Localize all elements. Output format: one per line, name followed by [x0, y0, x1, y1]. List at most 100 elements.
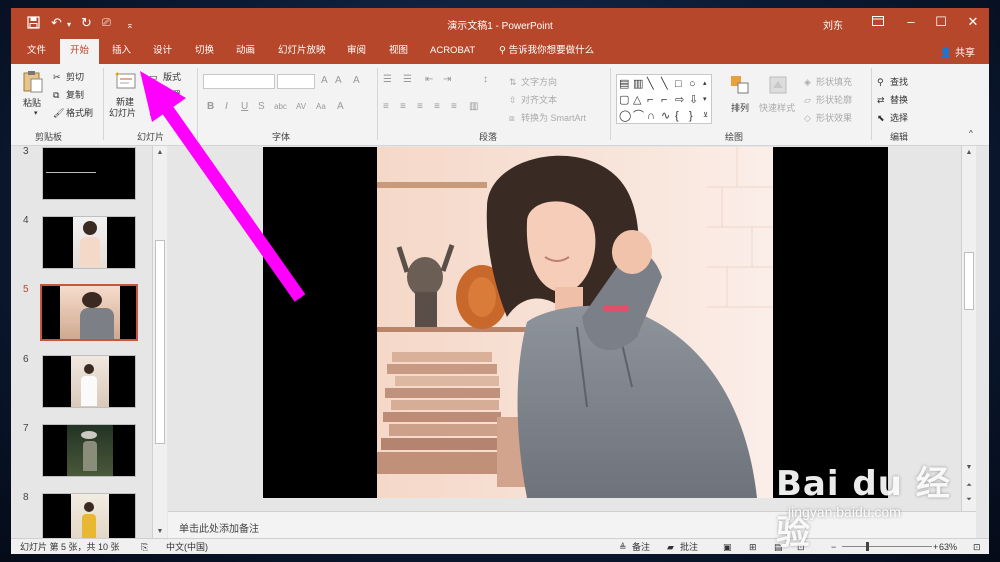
tab-review[interactable]: 审阅 [343, 44, 370, 58]
layout-button[interactable]: 版式 [163, 71, 181, 83]
new-slide-icon[interactable]: ✦ [114, 70, 136, 92]
shape-textbox-icon[interactable]: ▤ [619, 78, 629, 90]
ribbon-display-options-icon[interactable] [866, 14, 890, 29]
tab-view[interactable]: 视图 [385, 44, 412, 58]
shape-wave-icon[interactable]: ∿ [661, 110, 670, 122]
char-spacing-icon[interactable]: AV [296, 101, 306, 113]
font-color-icon[interactable]: A [337, 101, 344, 113]
line-spacing-icon[interactable]: ↕ [483, 74, 488, 86]
smartart-button[interactable]: 转换为 SmartArt [521, 112, 586, 124]
smartart-icon[interactable]: ⧈ [509, 112, 515, 124]
tab-file[interactable]: 文件 [23, 44, 50, 58]
reset-button[interactable]: 重置 [163, 89, 181, 101]
zoom-level[interactable]: 63% [939, 541, 957, 553]
quick-styles-icon[interactable] [767, 74, 789, 98]
notes-toggle-button[interactable]: 备注 [632, 541, 650, 553]
shape-rectangle-icon[interactable]: □ [675, 78, 682, 90]
maximize-icon[interactable]: ☐ [929, 14, 953, 30]
shape-curve-icon[interactable]: ∩ [647, 110, 655, 122]
collapse-ribbon-icon[interactable]: ^ [969, 128, 973, 140]
notes-placeholder[interactable]: 单击此处添加备注 [179, 520, 259, 535]
notes-toggle-icon[interactable]: ≜ [619, 541, 627, 553]
paste-icon[interactable] [22, 70, 44, 96]
language-indicator[interactable]: 中文(中国) [166, 541, 208, 553]
tab-animations[interactable]: 动画 [232, 44, 259, 58]
shape-elbow-icon[interactable]: ⌐ [661, 94, 667, 106]
slide-thumbnails-pane[interactable]: 3 4 5 6 7 8 ▲ ▼ [11, 146, 167, 538]
find-icon[interactable]: ⚲ [877, 76, 884, 88]
slide-thumbnail[interactable] [42, 355, 136, 408]
shape-left-brace-icon[interactable]: { [675, 110, 679, 122]
scroll-down-icon[interactable]: ▼ [962, 464, 976, 471]
tab-design[interactable]: 设计 [149, 44, 176, 58]
shape-fill-icon[interactable]: ◈ [804, 76, 811, 88]
scrollbar-thumb[interactable] [155, 240, 165, 444]
font-size-select[interactable] [277, 74, 315, 89]
shapes-gallery[interactable]: ▤ ▥ ╲ ╲ □ ○ ▢ △ ⌐ ⌐ ⇨ ⇩ ◯ ⌒ ∩ ∿ { } ▴ ▾ [616, 74, 712, 124]
underline-icon[interactable]: U [241, 101, 248, 113]
increase-indent-icon[interactable]: ⇥ [443, 74, 451, 86]
scroll-down-icon[interactable]: ▼ [153, 528, 167, 535]
strikethrough-icon[interactable]: abc [274, 101, 287, 113]
paste-button[interactable]: 粘贴 [23, 97, 41, 109]
editor-scrollbar[interactable]: ▲ ▼ ⏶ ⏷ [961, 146, 976, 511]
shape-line2-icon[interactable]: ╲ [661, 78, 668, 90]
spellcheck-icon[interactable]: ⎘ [141, 541, 148, 553]
scrollbar-thumb[interactable] [964, 252, 974, 310]
tab-slideshow[interactable]: 幻灯片放映 [274, 44, 330, 58]
shape-arrow-icon[interactable]: ⇨ [675, 94, 684, 106]
bullets-icon[interactable]: ☰ [383, 74, 392, 86]
text-direction-button[interactable]: 文字方向 [521, 76, 557, 88]
scroll-up-icon[interactable]: ▲ [153, 149, 167, 156]
reset-icon[interactable]: ▭ [149, 89, 158, 101]
slide-editor[interactable]: ▲ ▼ ⏶ ⏷ [168, 146, 976, 511]
section-icon[interactable]: ▭ [149, 107, 158, 119]
align-text-icon[interactable]: ⇳ [509, 94, 517, 106]
user-name[interactable]: 刘东 [823, 17, 843, 32]
zoom-slider[interactable] [842, 546, 932, 547]
find-button[interactable]: 查找 [890, 76, 908, 88]
shape-down-arrow-icon[interactable]: ⇩ [689, 94, 698, 106]
close-icon[interactable]: ✕ [961, 14, 985, 30]
shape-line-icon[interactable]: ╲ [647, 78, 654, 90]
slide-thumbnail[interactable] [42, 493, 136, 538]
slide-thumbnail-selected[interactable] [40, 284, 138, 341]
copy-icon[interactable]: ⧉ [53, 89, 59, 101]
slide-thumbnail[interactable] [42, 424, 136, 477]
shape-triangle-icon[interactable]: △ [633, 94, 641, 106]
zoom-in-icon[interactable]: + [933, 541, 938, 553]
minimize-icon[interactable]: – [899, 14, 923, 29]
change-case-icon[interactable]: Aa [316, 101, 326, 113]
slide-thumbnail[interactable] [42, 216, 136, 269]
zoom-out-icon[interactable]: − [831, 541, 836, 553]
gallery-more-icon[interactable]: ⊻ [703, 110, 708, 122]
distribute-icon[interactable]: ≡ [451, 101, 457, 113]
bold-icon[interactable]: B [207, 101, 214, 113]
format-painter-button[interactable]: 格式刷 [66, 107, 93, 119]
replace-button[interactable]: 替换 [890, 94, 908, 106]
italic-icon[interactable]: I [225, 101, 228, 113]
select-icon[interactable]: ⬉ [877, 112, 885, 124]
copy-button[interactable]: 复制 [66, 89, 84, 101]
justify-icon[interactable]: ≡ [434, 101, 440, 113]
arrange-button[interactable]: 排列 [731, 102, 749, 114]
current-slide[interactable] [263, 147, 888, 498]
clear-format-icon[interactable]: A [353, 75, 360, 87]
slide-thumbnail[interactable] [42, 147, 136, 200]
arrange-icon[interactable] [729, 74, 751, 98]
increase-font-icon[interactable]: A [321, 75, 328, 87]
align-left-icon[interactable]: ≡ [383, 101, 389, 113]
comments-button[interactable]: 批注 [680, 541, 698, 553]
tab-acrobat[interactable]: ACROBAT [426, 44, 479, 58]
shape-effects-button[interactable]: 形状效果 [816, 112, 852, 124]
shape-rounded-rect-icon[interactable]: ▢ [619, 94, 629, 106]
format-painter-icon[interactable]: 🖌 [53, 107, 64, 119]
tell-me-search[interactable]: ⚲ 告诉我你想要做什么 [495, 44, 598, 58]
shape-oval-icon[interactable]: ○ [689, 78, 696, 90]
font-name-select[interactable] [203, 74, 275, 89]
layout-icon[interactable]: ▭ [149, 71, 158, 83]
fit-slide-icon[interactable]: ⊡ [973, 541, 981, 553]
shape-textbox-vertical-icon[interactable]: ▥ [633, 78, 643, 90]
slideshow-icon[interactable]: ⊡ [797, 541, 805, 553]
previous-slide-icon[interactable]: ⏶ [962, 482, 976, 490]
